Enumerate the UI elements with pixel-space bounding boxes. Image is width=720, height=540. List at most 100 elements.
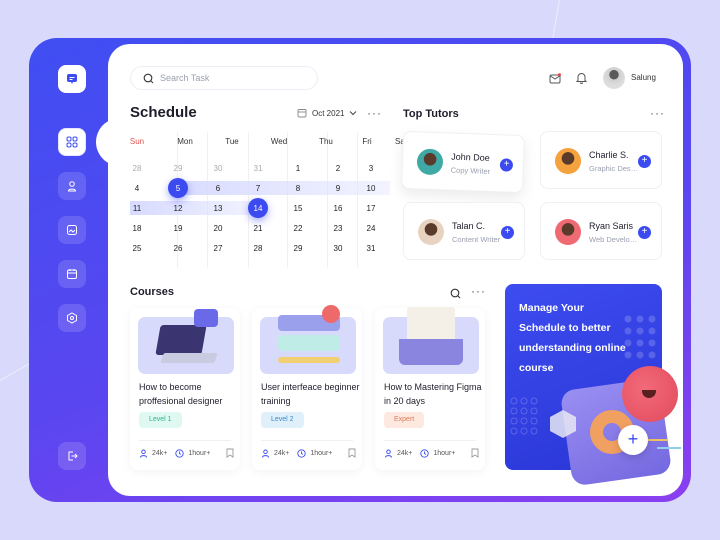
chat-icon — [67, 74, 77, 84]
calendar-day[interactable]: 11 — [122, 204, 152, 213]
month-selector[interactable]: Oct 2021 — [297, 108, 357, 118]
tutor-avatar — [555, 219, 581, 245]
tutor-card[interactable]: Talan C. Content Writer + — [403, 202, 525, 260]
smiley-shape — [622, 366, 678, 422]
calendar-day-selected[interactable]: 5 — [168, 178, 188, 198]
tutor-card[interactable]: Ryan Saris Web Developer + — [540, 202, 662, 260]
weekday-mon: Mon — [177, 137, 193, 146]
calendar-day[interactable]: 22 — [283, 224, 313, 233]
calendar-day[interactable]: 17 — [356, 204, 386, 213]
course-illustration — [383, 307, 479, 374]
sidebar-item-gallery[interactable] — [58, 216, 86, 244]
user-avatar[interactable] — [603, 67, 625, 89]
bell-icon — [575, 73, 588, 84]
calendar-day[interactable]: 20 — [203, 224, 233, 233]
sidebar-item-dashboard[interactable] — [58, 128, 86, 156]
calendar-day[interactable]: 31 — [356, 244, 386, 253]
notification-button[interactable] — [575, 71, 588, 89]
calendar-day[interactable]: 21 — [243, 224, 273, 233]
schedule-more-button[interactable]: ··· — [367, 106, 382, 120]
calendar-day[interactable]: 18 — [122, 224, 152, 233]
tutor-card[interactable]: John Doe Copy Writer + — [401, 130, 525, 194]
student-count: 24k+ — [152, 449, 168, 457]
ui-card-shape — [278, 335, 340, 351]
calendar-day[interactable]: 31 — [243, 164, 273, 173]
tutor-avatar — [416, 148, 444, 176]
course-title: How to Mastering Figma in 20 days — [384, 382, 482, 406]
weekday-fri: Fri — [362, 137, 372, 146]
calendar-day[interactable]: 28 — [122, 164, 152, 173]
calendar-day[interactable]: 12 — [163, 204, 193, 213]
line-shape — [648, 439, 668, 441]
calendar-day[interactable]: 30 — [323, 244, 353, 253]
sidebar-item-profile[interactable] — [58, 172, 86, 200]
calendar-day[interactable]: 29 — [163, 164, 193, 173]
calendar-day[interactable]: 26 — [163, 244, 193, 253]
add-tutor-button[interactable]: + — [638, 155, 651, 168]
weekday-sun: Sun — [129, 137, 145, 146]
calendar-day[interactable]: 1 — [283, 164, 313, 173]
course-card[interactable]: User interfeace beginner training Level 2… — [252, 305, 362, 470]
weekday-tue: Tue — [225, 137, 239, 146]
calendar-day[interactable]: 4 — [122, 184, 152, 193]
bookmark-icon[interactable] — [226, 448, 234, 458]
calendar-day[interactable]: 19 — [163, 224, 193, 233]
sidebar-item-logout[interactable] — [58, 442, 86, 470]
mail-button[interactable] — [549, 71, 561, 89]
add-tutor-button[interactable]: + — [501, 226, 514, 239]
bookmark-icon[interactable] — [348, 448, 356, 458]
calendar-day[interactable]: 30 — [203, 164, 233, 173]
course-meta: 24k+ 1hour+ — [139, 448, 234, 458]
promo-add-button[interactable]: + — [618, 425, 648, 455]
search-icon — [450, 288, 461, 299]
bookmark-icon[interactable] — [471, 448, 479, 458]
course-title: How to become proffesional designer — [139, 382, 223, 406]
tutor-name: Charlie S. — [589, 150, 629, 160]
tutor-card[interactable]: Charlie S. Graphic Designer+ — [540, 131, 662, 189]
weekday-wed: Wed — [270, 137, 288, 146]
course-card[interactable]: How to Mastering Figma in 20 days Expert 2… — [375, 307, 485, 470]
course-meta: 24k+ 1hour+ — [261, 448, 356, 458]
search-placeholder: Search Task — [160, 73, 210, 83]
add-tutor-button[interactable]: + — [499, 158, 514, 172]
search-icon — [143, 73, 154, 83]
level-badge: Level 1 — [139, 412, 182, 428]
tutor-avatar — [418, 219, 444, 245]
courses-more-button[interactable]: ··· — [471, 284, 486, 298]
calendar-day[interactable]: 15 — [283, 204, 313, 213]
calendar-day[interactable]: 25 — [122, 244, 152, 253]
sidebar-item-settings[interactable] — [58, 304, 86, 332]
calendar-day[interactable]: 24 — [356, 224, 386, 233]
calendar-day[interactable]: 2 — [323, 164, 353, 173]
calendar-day[interactable]: 6 — [203, 184, 233, 193]
students-icon — [140, 449, 147, 458]
divider — [139, 440, 231, 441]
calendar-day[interactable]: 9 — [323, 184, 353, 193]
tutor-role: Graphic Designer — [589, 164, 639, 173]
duration: 1hour+ — [433, 449, 456, 457]
calendar-day[interactable]: 13 — [203, 204, 233, 213]
student-count: 24k+ — [397, 449, 413, 457]
sidebar-item-messages[interactable] — [58, 65, 86, 93]
grid-icon — [66, 136, 78, 148]
logout-icon — [68, 451, 78, 461]
schedule-title: Schedule — [130, 104, 197, 121]
courses-search-button[interactable] — [450, 286, 461, 304]
search-input[interactable]: Search Task — [130, 66, 318, 90]
calendar-day[interactable]: 7 — [243, 184, 273, 193]
calendar-day[interactable]: 23 — [323, 224, 353, 233]
sidebar-item-calendar[interactable] — [58, 260, 86, 288]
divider — [384, 440, 476, 441]
calendar-day[interactable]: 28 — [243, 244, 273, 253]
calendar-day[interactable]: 3 — [356, 164, 386, 173]
tutor-name: Ryan Saris — [589, 221, 634, 231]
calendar-day-selected[interactable]: 14 — [248, 198, 268, 218]
calendar-day[interactable]: 10 — [356, 184, 386, 193]
calendar-day[interactable]: 29 — [283, 244, 313, 253]
calendar-day[interactable]: 27 — [203, 244, 233, 253]
add-tutor-button[interactable]: + — [638, 226, 651, 239]
course-card[interactable]: How to become proffesional designer Level… — [130, 308, 240, 470]
tutors-more-button[interactable]: ··· — [650, 106, 665, 120]
calendar-day[interactable]: 16 — [323, 204, 353, 213]
calendar-day[interactable]: 8 — [283, 184, 313, 193]
